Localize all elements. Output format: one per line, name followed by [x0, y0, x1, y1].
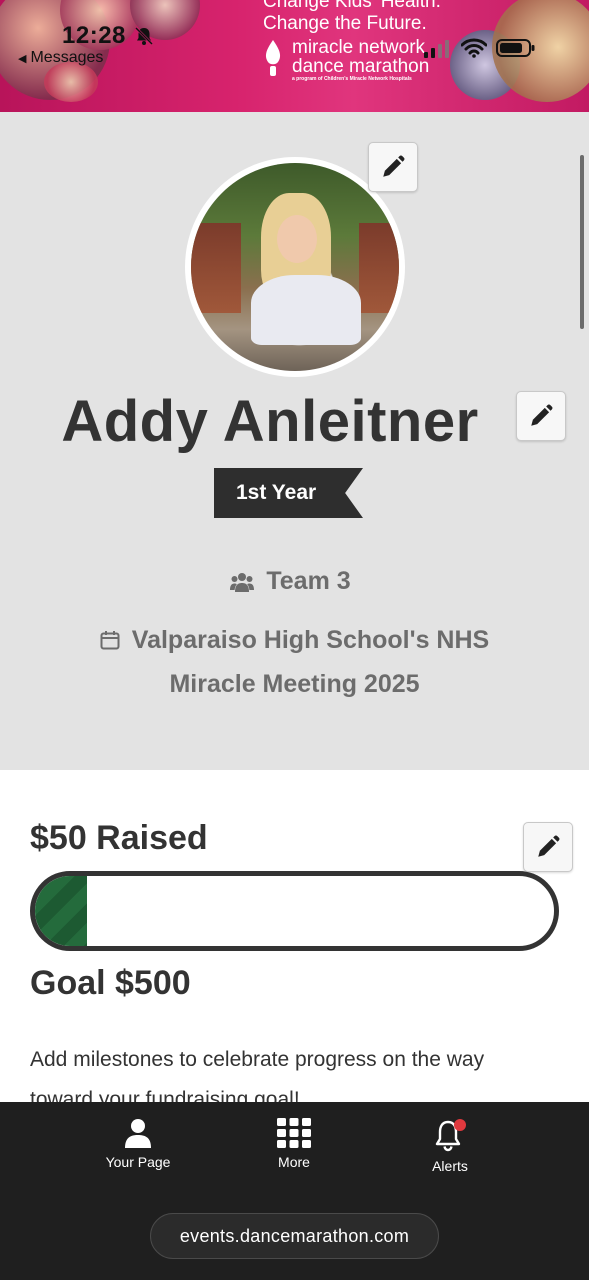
progress-fill	[35, 876, 87, 946]
wifi-icon	[461, 38, 487, 58]
edit-avatar-button[interactable]	[368, 142, 418, 192]
bell-icon	[435, 1119, 466, 1152]
event-banner: Change Kids' Health. Change the Future. …	[0, 0, 589, 112]
back-to-messages[interactable]: ◀ Messages	[18, 49, 103, 67]
nav-more-label: More	[278, 1154, 310, 1170]
event-name-line-1: Valparaiso High School's NHS	[131, 626, 490, 654]
event-info[interactable]: Valparaiso High School's NHS Miracle Mee…	[0, 618, 589, 706]
nav-more[interactable]: More	[239, 1118, 349, 1170]
nav-alerts[interactable]: Alerts	[395, 1118, 505, 1174]
team-name: Team 3	[266, 567, 351, 595]
cellular-signal-icon	[424, 40, 449, 58]
person-icon	[125, 1119, 151, 1148]
back-label: Messages	[30, 49, 104, 66]
browser-url-bar[interactable]: events.dancemarathon.com	[150, 1213, 439, 1259]
event-name-line-2: Miracle Meeting 2025	[169, 670, 420, 698]
calendar-icon	[100, 631, 120, 650]
status-time: 12:28	[62, 22, 126, 49]
pencil-icon	[383, 155, 405, 177]
team-info[interactable]: Team 3	[0, 567, 589, 596]
nav-alerts-label: Alerts	[432, 1158, 468, 1174]
banner-tagline: Change Kids' Health. Change the Future.	[263, 0, 441, 35]
edit-name-button[interactable]	[516, 391, 566, 441]
pencil-icon	[538, 835, 560, 857]
avatar-photo	[191, 163, 399, 371]
tagline-line-2: Change the Future.	[263, 13, 427, 34]
brand-subtitle: a program of Children's Miracle Network …	[292, 76, 412, 82]
edit-goal-button[interactable]	[523, 822, 573, 872]
battery-icon	[496, 39, 535, 57]
grid-icon	[277, 1118, 311, 1148]
tagline-line-1: Change Kids' Health.	[263, 0, 441, 12]
brand-line-2: dance marathon	[292, 56, 430, 77]
page-scrollbar[interactable]	[580, 155, 584, 329]
brand-logo: miracle network dance marathon a program…	[260, 38, 429, 83]
fundraising-goal: Goal $500	[30, 964, 191, 1002]
pencil-icon	[531, 404, 553, 426]
nav-your-page-label: Your Page	[105, 1154, 171, 1170]
brand-line-1: miracle network	[292, 37, 426, 58]
participant-name: Addy Anleitner	[61, 389, 479, 454]
banner-photo	[44, 62, 98, 102]
flame-icon	[265, 40, 281, 76]
bell-slash-icon	[135, 27, 153, 45]
amount-raised: $50 Raised	[30, 819, 208, 857]
alert-dot	[454, 1119, 466, 1131]
back-arrow-icon: ◀	[18, 52, 27, 65]
users-icon	[230, 572, 255, 592]
nav-your-page[interactable]: Your Page	[83, 1118, 193, 1170]
fundraising-progress-bar	[30, 871, 559, 951]
year-badge: 1st Year	[214, 468, 363, 518]
